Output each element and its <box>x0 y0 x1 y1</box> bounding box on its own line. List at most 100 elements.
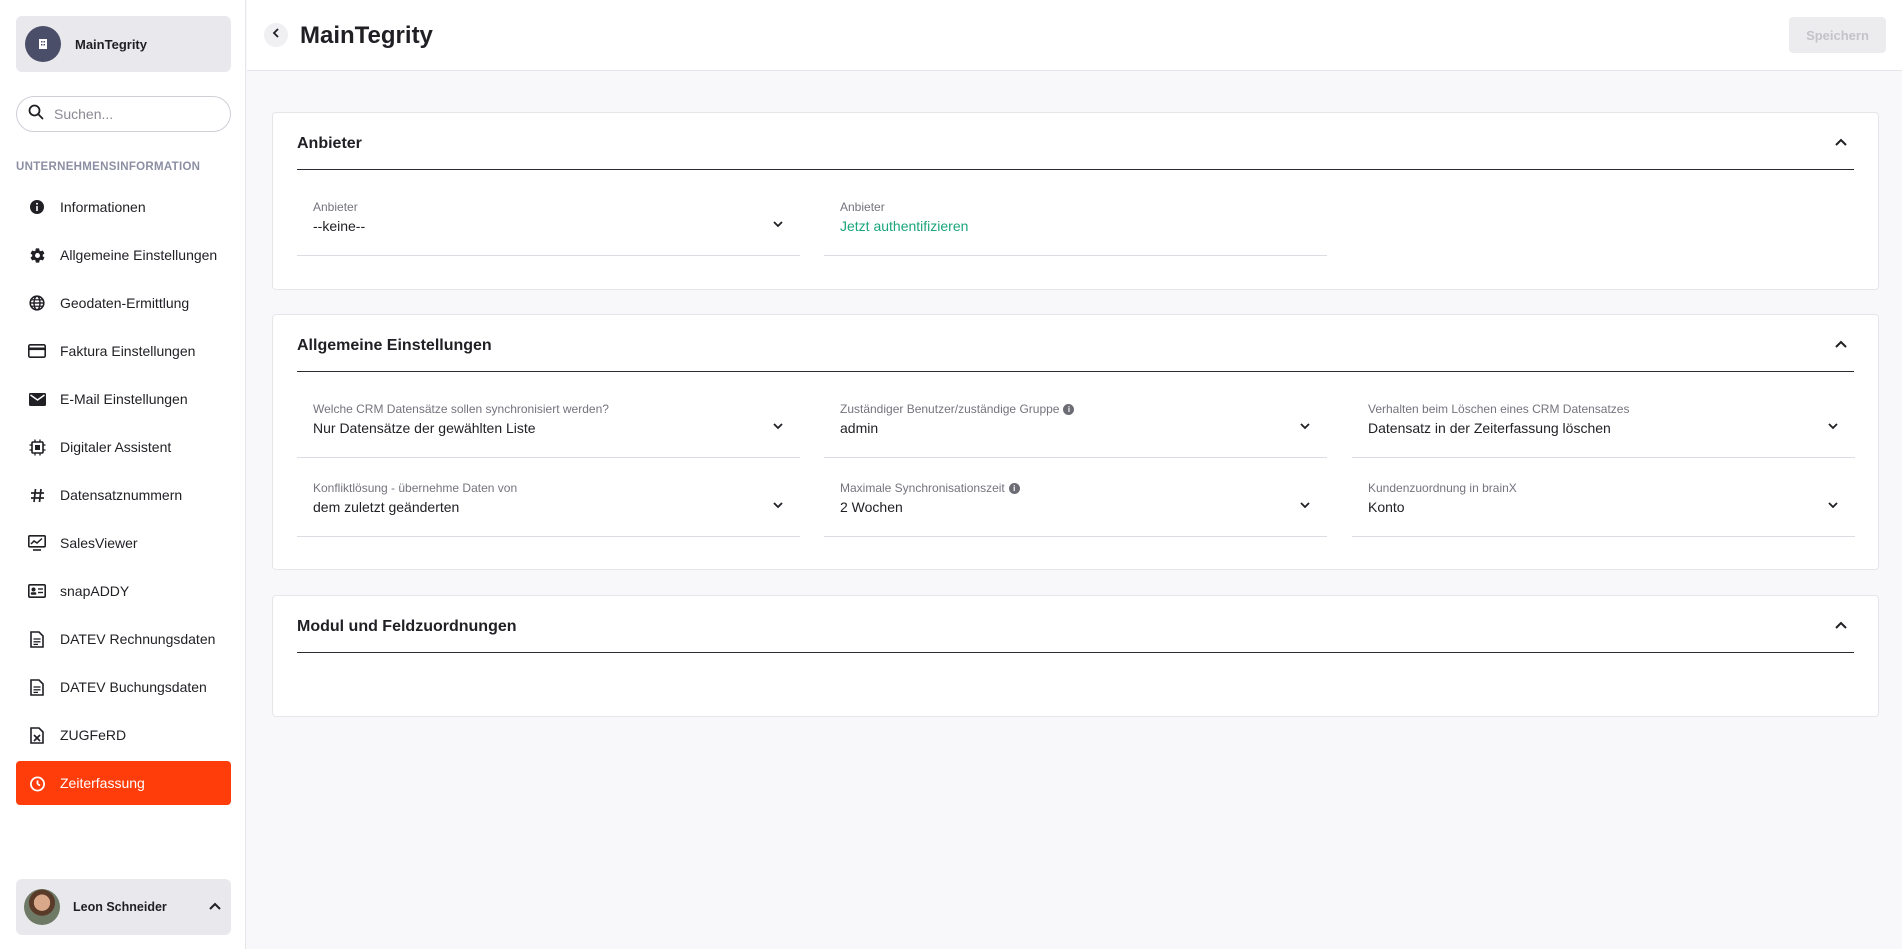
sidebar-item-label: SalesViewer <box>60 535 138 551</box>
user-menu[interactable]: Leon Schneider <box>16 879 231 935</box>
sidebar-item-label: Datensatznummern <box>60 487 183 503</box>
sidebar-item-label: Faktura Einstellungen <box>60 343 196 359</box>
company-name: MainTegrity <box>75 36 147 52</box>
field-label: Maximale Synchronisationszeit <box>840 481 1005 495</box>
user-name: Leon Schneider <box>73 900 167 914</box>
back-button[interactable] <box>264 23 288 47</box>
chevron-up-icon[interactable] <box>1834 618 1848 637</box>
sidebar-item-zugferd[interactable]: ZUGFeRD <box>16 713 231 757</box>
page-header: MainTegrity Speichern <box>247 0 1902 71</box>
field-label: Verhalten beim Löschen eines CRM Datensa… <box>1368 402 1630 416</box>
delete-behavior-select[interactable]: Verhalten beim Löschen eines CRM Datensa… <box>1352 388 1855 458</box>
sidebar-item-datensatznummern[interactable]: Datensatznummern <box>16 473 231 517</box>
section-title: Anbieter <box>297 135 362 152</box>
customer-mapping-select[interactable]: Kundenzuordnung in brainX Konto <box>1352 467 1855 537</box>
sidebar-item-snapaddy[interactable]: snapADDY <box>16 569 231 613</box>
section-title: Allgemeine Einstellungen <box>297 337 492 354</box>
field-label-wrap: Zuständiger Benutzer/zuständige Gruppe i <box>840 402 1075 416</box>
hash-icon <box>28 486 46 504</box>
sync-records-select[interactable]: Welche CRM Datensätze sollen synchronisi… <box>297 388 800 458</box>
sidebar-item-label: DATEV Buchungsdaten <box>60 679 207 695</box>
globe-icon <box>28 294 46 312</box>
document-icon <box>28 678 46 696</box>
mail-icon <box>28 390 46 408</box>
search-input[interactable] <box>54 106 214 122</box>
field-value: Konto <box>1368 499 1405 515</box>
responsible-user-select[interactable]: Zuständiger Benutzer/zuständige Gruppe i … <box>824 388 1327 458</box>
sidebar-item-digitaler-assistent[interactable]: Digitaler Assistent <box>16 425 231 469</box>
search-box[interactable] <box>16 96 231 132</box>
gear-icon <box>28 246 46 264</box>
chevron-up-icon[interactable] <box>207 898 223 919</box>
sidebar-item-label: DATEV Rechnungsdaten <box>60 631 216 647</box>
info-icon[interactable]: i <box>1008 482 1020 494</box>
chevron-down-icon <box>1299 419 1311 437</box>
field-value: Nur Datensätze der gewählten Liste <box>313 420 536 436</box>
company-switcher[interactable]: MainTegrity <box>16 16 231 72</box>
sidebar-item-datev-buchungsdaten[interactable]: DATEV Buchungsdaten <box>16 665 231 709</box>
sidebar-item-email[interactable]: E-Mail Einstellungen <box>16 377 231 421</box>
field-value: dem zuletzt geänderten <box>313 499 460 515</box>
info-icon <box>28 198 46 216</box>
building-icon <box>25 26 61 62</box>
chevron-down-icon <box>772 498 784 516</box>
sidebar-nav: Informationen Allgemeine Einstellungen G… <box>16 185 231 809</box>
section-modul-feldzuordnungen: Modul und Feldzuordnungen <box>272 595 1879 717</box>
conflict-resolution-select[interactable]: Konfliktlösung - übernehme Daten von dem… <box>297 467 800 537</box>
sidebar-item-geodaten[interactable]: Geodaten-Ermittlung <box>16 281 231 325</box>
sidebar-item-zeiterfassung[interactable]: Zeiterfassung <box>16 761 231 805</box>
field-label: Konfliktlösung - übernehme Daten von <box>313 481 518 495</box>
field-value: 2 Wochen <box>840 499 903 515</box>
chevron-left-icon <box>270 26 282 44</box>
sidebar-item-salesviewer[interactable]: SalesViewer <box>16 521 231 565</box>
field-label: Zuständiger Benutzer/zuständige Gruppe <box>840 402 1060 416</box>
authenticate-link[interactable]: Jetzt authentifizieren <box>840 218 968 234</box>
sidebar-item-label: Allgemeine Einstellungen <box>60 247 218 263</box>
anbieter-auth-field: Anbieter Jetzt authentifizieren <box>824 186 1327 256</box>
sidebar-section-label: UNTERNEHMENSINFORMATION <box>16 161 201 173</box>
section-header: Modul und Feldzuordnungen <box>297 596 1854 653</box>
chevron-down-icon <box>772 217 784 235</box>
monitor-chart-icon <box>28 534 46 552</box>
max-sync-time-select[interactable]: Maximale Synchronisationszeit i 2 Wochen <box>824 467 1327 537</box>
excel-file-icon <box>28 726 46 744</box>
section-allgemeine-einstellungen: Allgemeine Einstellungen Welche CRM Date… <box>272 314 1879 570</box>
chevron-up-icon[interactable] <box>1834 135 1848 154</box>
section-title: Modul und Feldzuordnungen <box>297 618 517 635</box>
sidebar-item-allgemeine-einstellungen[interactable]: Allgemeine Einstellungen <box>16 233 231 277</box>
search-icon <box>28 104 44 125</box>
sidebar-item-label: Informationen <box>60 199 146 215</box>
timer-icon <box>28 774 46 792</box>
chevron-down-icon <box>772 419 784 437</box>
save-button[interactable]: Speichern <box>1789 17 1886 53</box>
field-value: --keine-- <box>313 218 366 234</box>
sidebar-item-label: snapADDY <box>60 583 130 599</box>
section-header: Anbieter <box>297 113 1854 170</box>
document-icon <box>28 630 46 648</box>
chevron-down-icon <box>1299 498 1311 516</box>
id-card-icon <box>28 582 46 600</box>
field-label: Anbieter <box>313 200 358 214</box>
section-anbieter: Anbieter Anbieter --keine-- Anbieter Jet… <box>272 112 1879 290</box>
sidebar-item-label: Zeiterfassung <box>60 775 145 791</box>
sidebar-item-label: Geodaten-Ermittlung <box>60 295 190 311</box>
anbieter-select[interactable]: Anbieter --keine-- <box>297 186 800 256</box>
sidebar-item-label: Digitaler Assistent <box>60 439 172 455</box>
chevron-down-icon <box>1827 498 1839 516</box>
field-label-wrap: Maximale Synchronisationszeit i <box>840 481 1020 495</box>
credit-card-icon <box>28 342 46 360</box>
sidebar-item-datev-rechnungsdaten[interactable]: DATEV Rechnungsdaten <box>16 617 231 661</box>
field-label: Welche CRM Datensätze sollen synchronisi… <box>313 402 609 416</box>
chevron-up-icon[interactable] <box>1834 337 1848 356</box>
sidebar-item-label: E-Mail Einstellungen <box>60 391 188 407</box>
field-value: admin <box>840 420 879 436</box>
section-header: Allgemeine Einstellungen <box>297 315 1854 372</box>
sidebar-item-faktura[interactable]: Faktura Einstellungen <box>16 329 231 373</box>
info-icon[interactable]: i <box>1063 403 1075 415</box>
avatar <box>24 889 60 925</box>
sidebar-item-informationen[interactable]: Informationen <box>16 185 231 229</box>
field-value: Datensatz in der Zeiterfassung löschen <box>1368 420 1611 436</box>
chip-icon <box>28 438 46 456</box>
sidebar-item-label: ZUGFeRD <box>60 727 127 743</box>
field-label: Kundenzuordnung in brainX <box>1368 481 1517 495</box>
